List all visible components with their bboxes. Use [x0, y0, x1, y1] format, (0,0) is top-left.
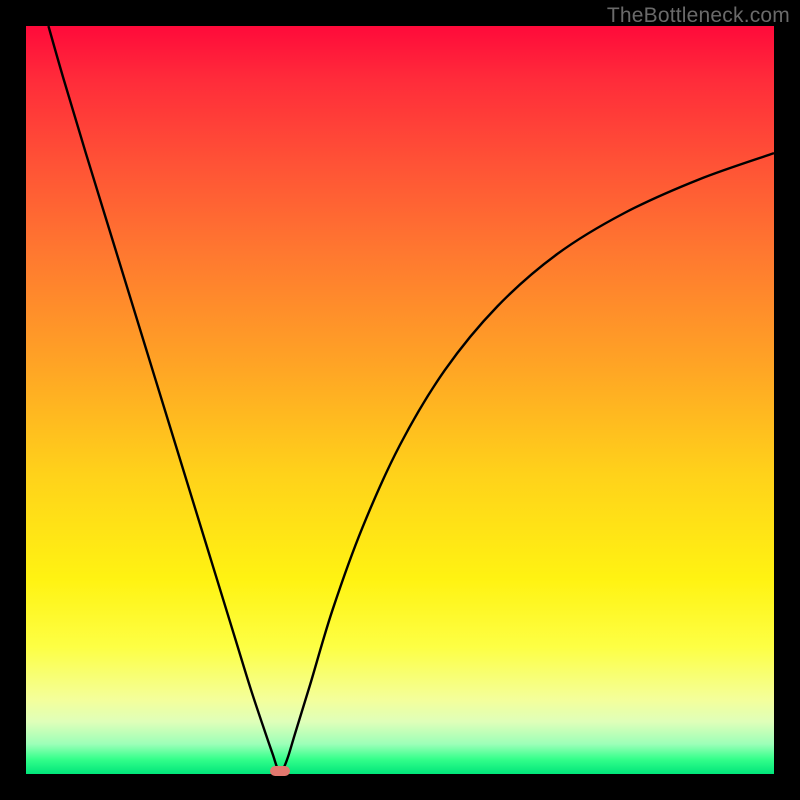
optimal-point-marker	[270, 766, 290, 776]
watermark-text: TheBottleneck.com	[607, 4, 790, 28]
chart-plot-area	[26, 26, 774, 774]
bottleneck-curve	[26, 26, 774, 774]
